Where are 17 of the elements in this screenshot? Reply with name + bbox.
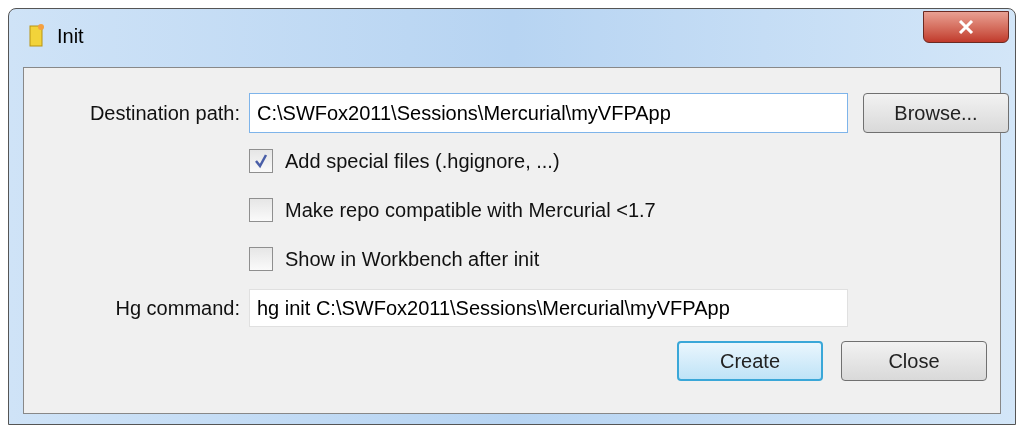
checkbox[interactable] xyxy=(249,198,273,222)
close-icon[interactable] xyxy=(923,11,1009,43)
window-title: Init xyxy=(57,24,84,49)
checkmark-icon xyxy=(253,153,269,169)
folder-icon xyxy=(29,23,45,47)
dialog-button[interactable]: Create xyxy=(677,341,823,381)
dialog-button[interactable]: Close xyxy=(841,341,987,381)
checkbox-label: Make repo compatible with Mercurial <1.7 xyxy=(285,198,656,223)
browse-button[interactable]: Browse... xyxy=(863,93,1009,133)
destination-label: Destination path: xyxy=(88,101,240,126)
checkbox[interactable] xyxy=(249,149,273,173)
command-label: Hg command: xyxy=(114,296,240,321)
checkbox-label: Show in Workbench after init xyxy=(285,247,540,272)
command-field[interactable]: hg init C:\SWFox2011\Sessions\Mercurial\myVFPApp xyxy=(249,289,848,327)
checkbox-label: Add special files (.hgignore, ...) xyxy=(285,149,560,174)
checkbox[interactable] xyxy=(249,247,273,271)
destination-field[interactable]: C:\SWFox2011\Sessions\Mercurial\myVFPApp xyxy=(249,93,848,133)
